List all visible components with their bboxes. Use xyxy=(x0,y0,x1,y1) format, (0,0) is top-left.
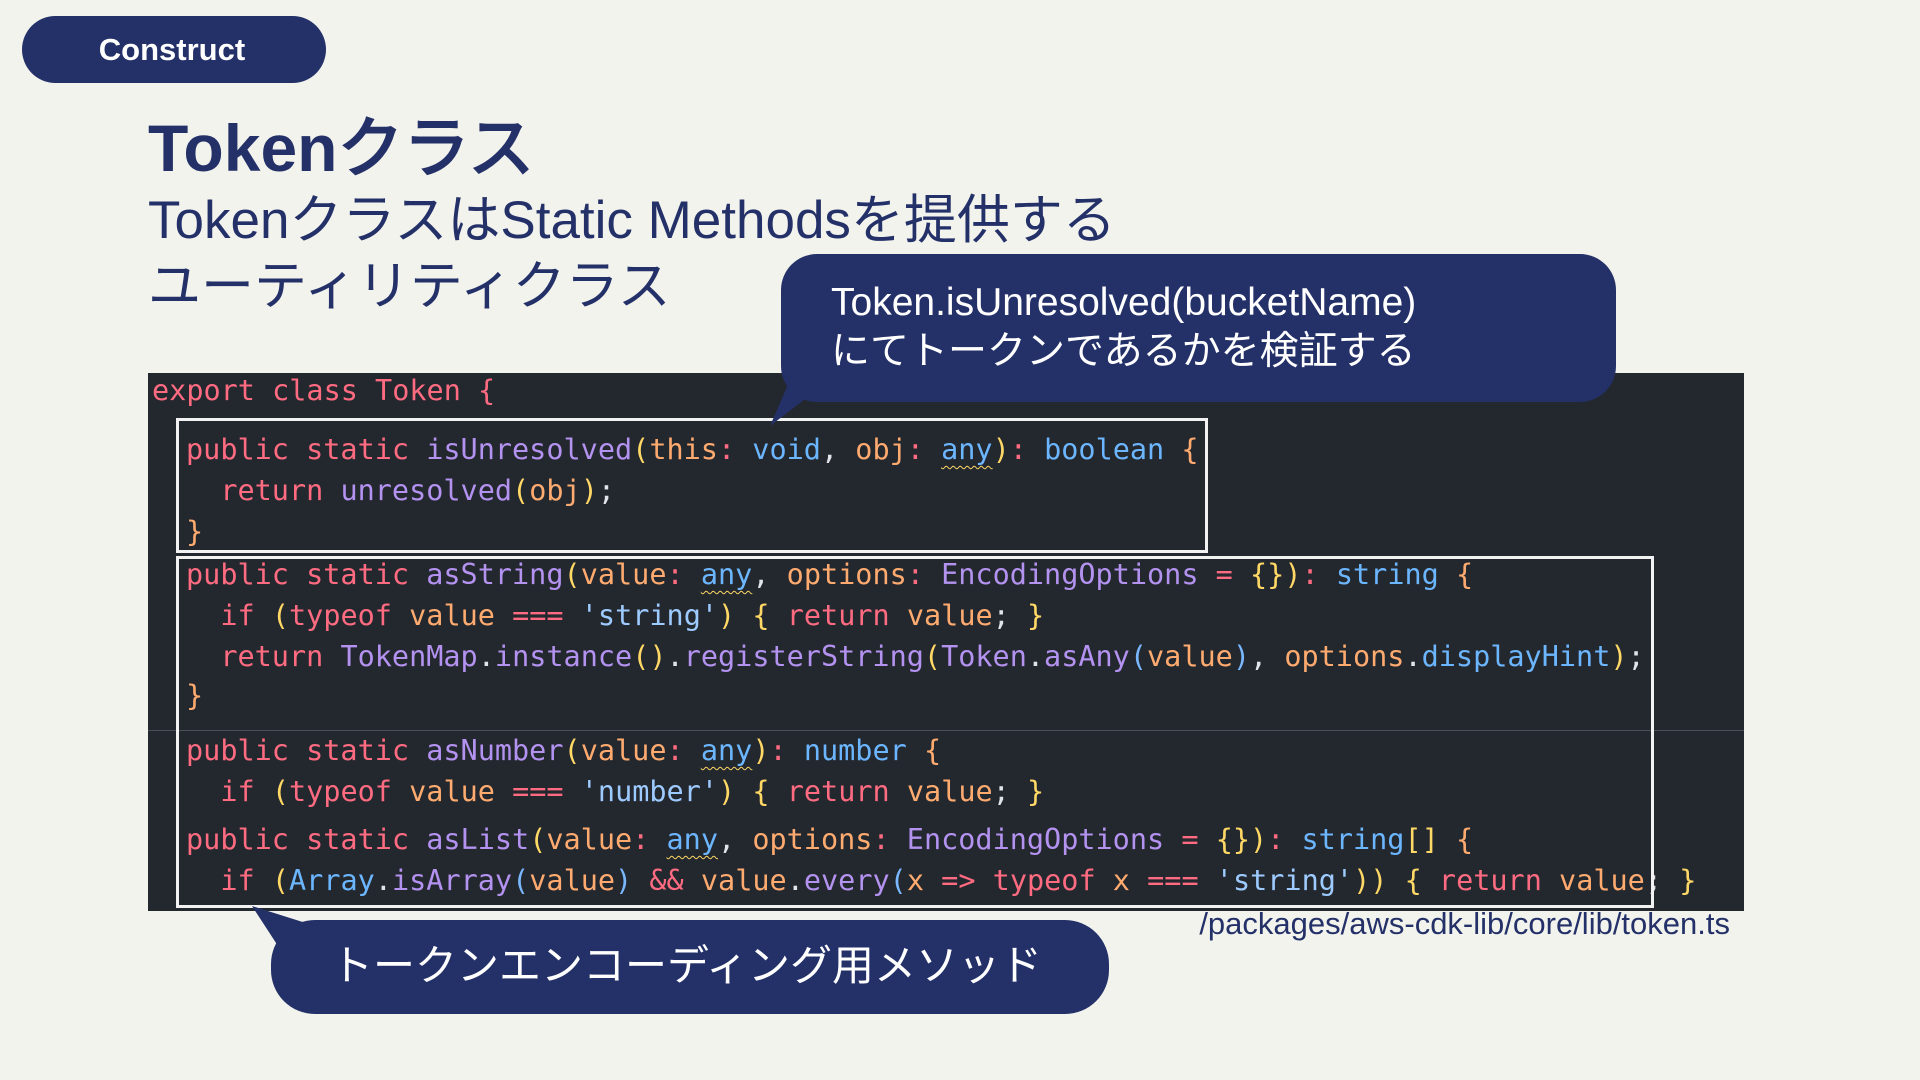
code-panel: export class Token { public static isUnr… xyxy=(148,373,1744,911)
construct-tag-label: Construct xyxy=(98,31,246,67)
file-path: /packages/aws-cdk-lib/core/lib/token.ts xyxy=(1199,906,1730,941)
callout-top: Token.isUnresolved(bucketName) にてトークンである… xyxy=(781,254,1616,402)
callout-bottom-label: トークンエンコーディング用メソッド xyxy=(331,942,1043,989)
page-title: Tokenクラス xyxy=(148,111,535,185)
callout-bottom: トークンエンコーディング用メソッド xyxy=(271,920,1109,1014)
callout-top-line-2: にてトークンであるかを検証する xyxy=(831,330,1416,373)
callout-top-line-1: Token.isUnresolved(bucketName) xyxy=(831,281,1417,324)
subtitle-line-1: TokenクラスはStatic Methodsを提供する xyxy=(148,191,1116,250)
highlight-box-encoding-methods xyxy=(176,556,1654,908)
code-line-1-text: export class Token { xyxy=(152,374,496,407)
highlight-box-isunresolved xyxy=(176,418,1208,553)
construct-tag: Construct xyxy=(22,16,326,83)
code-line-1: export class Token { xyxy=(152,373,495,409)
